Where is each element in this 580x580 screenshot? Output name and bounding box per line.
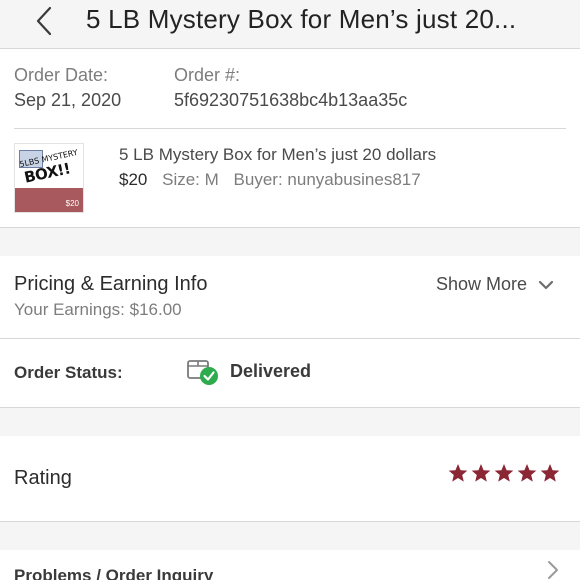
size-value: M — [204, 170, 219, 189]
item-meta: $20 Size: M Buyer: nunyabusines817 — [119, 170, 421, 190]
show-more-label: Show More — [436, 274, 528, 294]
package-delivered-icon — [186, 356, 220, 388]
order-number-value: 5f69230751638bc4b13aa35c — [174, 90, 408, 110]
problems-chevron[interactable] — [546, 560, 560, 580]
star-icon — [517, 464, 537, 482]
order-status-value: Delivered — [230, 361, 312, 381]
buyer-label: Buyer: — [233, 170, 283, 189]
size-label: Size: — [162, 170, 200, 189]
star-icon — [448, 464, 468, 482]
item-title[interactable]: 5 LB Mystery Box for Men’s just 20 dolla… — [119, 145, 436, 165]
thumbnail-price: $20 — [65, 199, 79, 208]
rating-stars — [448, 463, 560, 483]
show-more-button[interactable]: Show More — [436, 274, 554, 295]
item-thumbnail[interactable]: 5LBS MYSTERY BOX!! $20 — [14, 143, 84, 213]
order-status-label: Order Status: — [14, 363, 123, 382]
buyer-value[interactable]: nunyabusines817 — [287, 170, 420, 189]
pricing-title: Pricing & Earning Info — [14, 273, 208, 295]
star-icon — [471, 464, 491, 482]
top-bar: 5 LB Mystery Box for Men’s just 20... — [0, 0, 580, 49]
item-price: $20 — [119, 170, 148, 189]
order-date-value: Sep 21, 2020 — [14, 90, 122, 110]
problems-inquiry-link[interactable]: Problems / Order Inquiry — [14, 566, 213, 580]
chevron-left-icon — [36, 6, 52, 36]
order-number-label: Order #: — [174, 65, 241, 85]
star-icon — [494, 464, 514, 482]
chevron-down-icon — [538, 281, 554, 290]
page-title: 5 LB Mystery Box for Men’s just 20... — [86, 4, 517, 34]
section-spacer — [0, 228, 580, 256]
divider — [0, 338, 580, 339]
section-spacer — [0, 522, 580, 550]
star-icon — [540, 464, 560, 482]
back-button[interactable] — [32, 4, 60, 38]
divider — [14, 128, 566, 129]
chevron-right-icon — [548, 561, 558, 579]
earnings-text: Your Earnings: $16.00 — [14, 300, 182, 319]
section-spacer — [0, 408, 580, 436]
rating-label: Rating — [14, 467, 72, 489]
order-date-label: Order Date: — [14, 65, 109, 85]
